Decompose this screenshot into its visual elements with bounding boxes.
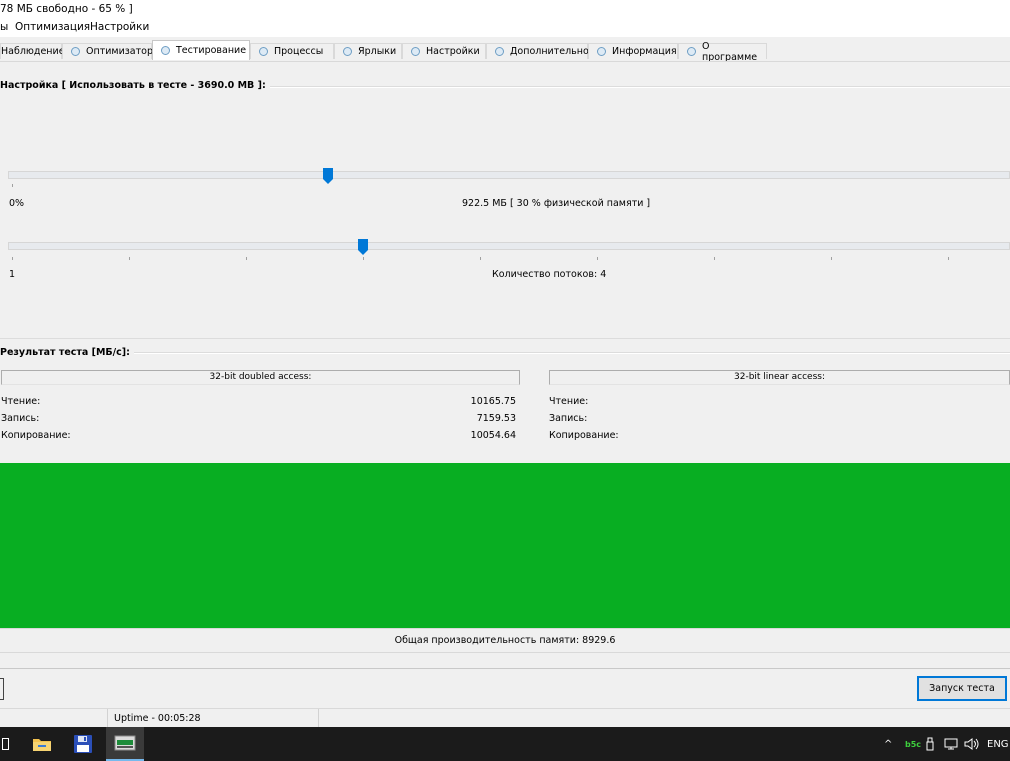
- memory-slider-tick: [12, 184, 13, 187]
- tab-label: Настройки: [426, 46, 480, 57]
- threads-slider-tick: [363, 257, 364, 260]
- tab-information[interactable]: Информация: [588, 43, 678, 59]
- left-edge-control[interactable]: [0, 678, 4, 700]
- doubled-write-label: Запись:: [1, 413, 40, 424]
- status-cell-empty: [0, 709, 108, 728]
- menu-item-settings[interactable]: Настройки: [90, 21, 149, 33]
- linear-read-label: Чтение:: [549, 396, 589, 407]
- tab-about[interactable]: О программе: [678, 41, 767, 63]
- tab-dot-icon: [597, 47, 606, 56]
- tab-label: Ярлыки: [358, 46, 397, 57]
- threads-slider-tick: [12, 257, 13, 260]
- tray-app-badge-icon[interactable]: b5c: [905, 727, 921, 761]
- performance-gauge: [0, 463, 1010, 628]
- threads-slider-track[interactable]: [8, 242, 1010, 250]
- volume-icon[interactable]: [964, 727, 980, 761]
- title-bar: 78 МБ свободно - 65 % ]: [0, 0, 1010, 20]
- tab-advanced[interactable]: Дополнительно: [486, 43, 589, 59]
- tab-dot-icon: [161, 46, 170, 55]
- tab-settings[interactable]: Настройки: [402, 43, 486, 59]
- threads-slider-tick: [246, 257, 247, 260]
- doubled-write-value: 7159.53: [476, 413, 516, 424]
- memory-slider-min-label: 0%: [9, 198, 25, 209]
- doubled-read-value: 10165.75: [470, 396, 516, 407]
- tab-dot-icon: [71, 47, 80, 56]
- memory-slider-thumb[interactable]: [323, 168, 333, 184]
- doubled-copy-value: 10054.64: [470, 430, 516, 441]
- threads-slider-tick: [831, 257, 832, 260]
- tab-processes[interactable]: Процессы: [250, 43, 334, 59]
- linear-access-header: 32-bit linear access:: [549, 370, 1010, 385]
- language-label: ENG: [987, 738, 1009, 750]
- tab-dot-icon: [259, 47, 268, 56]
- results-top-divider: [0, 338, 1010, 339]
- threads-slider-tick: [480, 257, 481, 260]
- file-explorer-icon[interactable]: [26, 727, 58, 761]
- doubled-read-label: Чтение:: [1, 396, 41, 407]
- memory-app-taskbar-icon[interactable]: [106, 727, 144, 761]
- threads-slider-value-label: Количество потоков: 4: [492, 269, 607, 280]
- menu-item-optimization[interactable]: Оптимизация: [15, 21, 90, 33]
- doubled-access-header: 32-bit doubled access:: [1, 370, 520, 385]
- overall-performance-label: Общая производительность памяти: 8929.6: [394, 635, 616, 646]
- tab-label: О программе: [702, 40, 758, 63]
- tab-dot-icon: [495, 47, 504, 56]
- threads-slider-thumb[interactable]: [358, 239, 368, 255]
- tray-app-badge-text: b5c: [905, 739, 922, 749]
- network-icon[interactable]: [944, 727, 958, 761]
- language-indicator[interactable]: ENG: [987, 727, 1009, 761]
- run-test-label: Запуск теста: [929, 683, 995, 694]
- threads-slider-min-label: 1: [9, 269, 16, 280]
- bottom-separator: [0, 668, 1010, 669]
- run-test-button[interactable]: Запуск теста: [917, 676, 1007, 701]
- tab-label: Тестирование: [176, 45, 247, 56]
- task-view-icon[interactable]: [0, 727, 12, 761]
- usb-icon[interactable]: [925, 727, 935, 761]
- overall-performance-bar: Общая производительность памяти: 8929.6: [0, 628, 1010, 653]
- memory-slider-value-label: 922.5 МБ [ 30 % физической памяти ]: [462, 198, 651, 209]
- taskbar: ^ b5c ENG: [0, 727, 1010, 761]
- memory-slider-track[interactable]: [8, 171, 1010, 179]
- tab-optimizer[interactable]: Оптимизатор: [62, 43, 153, 59]
- tab-dot-icon: [343, 47, 352, 56]
- threads-slider-tick: [714, 257, 715, 260]
- window-title: 78 МБ свободно - 65 % ]: [0, 3, 133, 15]
- threads-slider-tick: [948, 257, 949, 260]
- status-uptime: Uptime - 00:05:28: [108, 709, 319, 728]
- doubled-copy-label: Копирование:: [1, 430, 71, 441]
- tab-label: Процессы: [274, 46, 324, 57]
- tab-testing[interactable]: Тестирование: [152, 40, 250, 60]
- settings-group-title: Настройка [ Использовать в тесте - 3690.…: [0, 80, 270, 91]
- tab-label: Информация: [612, 46, 677, 57]
- tab-strip: Наблюдение Оптимизатор Тестирование Проц…: [0, 37, 1010, 63]
- threads-slider-tick: [129, 257, 130, 260]
- linear-write-label: Запись:: [549, 413, 588, 424]
- tab-label: Оптимизатор: [86, 46, 153, 57]
- floppy-app-icon[interactable]: [66, 727, 100, 761]
- results-group-rule: [0, 352, 1010, 354]
- tab-label: Наблюдение: [1, 46, 65, 57]
- tray-caret: ^: [884, 738, 893, 750]
- tab-shortcuts[interactable]: Ярлыки: [334, 43, 402, 59]
- tab-dot-icon: [411, 47, 420, 56]
- menu-bar: ы Оптимизация Настройки: [0, 20, 1010, 37]
- tab-dot-icon: [687, 47, 696, 56]
- results-group-title: Результат теста [МБ/с]:: [0, 347, 134, 358]
- tray-overflow-icon[interactable]: ^: [884, 727, 892, 761]
- linear-copy-label: Копирование:: [549, 430, 619, 441]
- status-bar: Uptime - 00:05:28: [0, 708, 1010, 728]
- tab-label: Дополнительно: [510, 46, 589, 57]
- menu-item-file[interactable]: ы: [0, 21, 8, 33]
- tab-monitoring[interactable]: Наблюдение: [0, 43, 65, 59]
- threads-slider-tick: [597, 257, 598, 260]
